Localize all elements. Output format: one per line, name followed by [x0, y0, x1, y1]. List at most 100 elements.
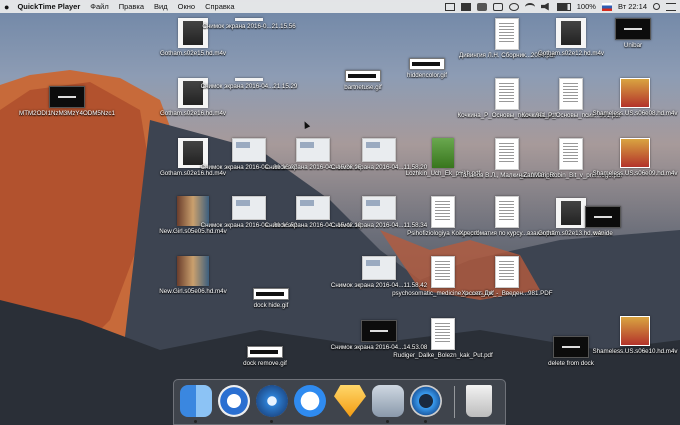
preview-icon[interactable] [372, 385, 404, 417]
file-thumbnail-icon [362, 138, 396, 162]
menu-window[interactable]: Окно [178, 2, 195, 11]
desktop-file[interactable]: Rudiger_Dalke_Bolezn_kak_Put.pdf [393, 318, 493, 360]
sketch-icon[interactable] [334, 385, 366, 417]
desktop-file[interactable]: Unibar [600, 18, 666, 50]
desktop-file[interactable]: Gotham.s02e12.hd.m4v [538, 18, 604, 58]
safari-running-indicator [270, 420, 273, 423]
desktop-file[interactable]: Снимок экрана 2016-04...11.58.34 [331, 196, 427, 230]
desktop-file[interactable]: Хрестоматия по курсу...взаим.pdf [459, 196, 555, 238]
file-label: delete from dock [548, 360, 594, 367]
file-thumbnail-icon [232, 196, 266, 220]
file-thumbnail-icon [620, 78, 650, 108]
status-area: 100% Вт 22:14 [439, 2, 676, 11]
file-thumbnail-icon [362, 196, 396, 220]
desktop-file[interactable]: Снимок экрана 2016-0...21.15.56 [202, 18, 296, 31]
wifi-icon[interactable] [524, 2, 535, 11]
finder-running-indicator [194, 420, 197, 423]
desktop-file[interactable]: MTM2ODI1NzM3MzY4ODM5Nzc1 [19, 86, 115, 118]
file-thumbnail-icon [553, 336, 589, 358]
desktop-file[interactable]: dock hide.gif [238, 288, 304, 310]
file-thumbnail-icon [49, 86, 85, 108]
desktop-file[interactable]: Дивингия Л.Н. Сборник...2004.pdf [459, 18, 555, 60]
volume-icon[interactable] [540, 2, 549, 11]
desktop-file[interactable]: dock remove.gif [232, 346, 298, 368]
file-label: dock remove.gif [243, 360, 287, 367]
file-thumbnail-icon [585, 206, 621, 228]
timer-icon[interactable] [508, 2, 519, 11]
battery-icon[interactable] [556, 2, 571, 11]
file-label: Gotham.s02e12.hd.m4v [537, 50, 605, 57]
dock-divider [454, 386, 455, 418]
file-label: Снимок экрана 2016-04...21.15.29 [200, 83, 298, 90]
file-thumbnail-icon [556, 18, 586, 48]
desktop-file[interactable]: New.Girl.s05e06.hd.m4v [159, 256, 227, 296]
file-thumbnail-icon [362, 256, 396, 280]
file-thumbnail-icon [296, 138, 330, 162]
file-thumbnail-icon [253, 288, 289, 300]
desktop-file[interactable]: wanide [570, 206, 636, 238]
file-thumbnail-icon [615, 18, 651, 40]
file-thumbnail-icon [620, 138, 650, 168]
desktop-file[interactable]: Shameless.US.s06e10.hd.m4v [593, 316, 677, 356]
keyboard-flag-icon[interactable] [601, 2, 612, 11]
menu-edit[interactable]: Правка [119, 2, 144, 11]
apple-menu-icon[interactable]: ● [4, 2, 9, 12]
desktop[interactable]: ● QuickTime Player Файл Правка Вид Окно … [0, 0, 680, 425]
file-thumbnail-icon [620, 316, 650, 346]
file-label: Shameless.US.s06e09.hd.m4v [592, 170, 678, 177]
notification-center-icon[interactable] [666, 2, 676, 11]
evernote-icon[interactable] [476, 2, 487, 11]
file-thumbnail-icon [431, 318, 455, 350]
desktop-file[interactable]: Снимок экрана 2016-04...21.15.29 [201, 78, 297, 91]
file-thumbnail-icon [345, 70, 381, 82]
finder-icon[interactable] [180, 385, 212, 417]
desktop-file[interactable]: Хэссет_Дж_-_Введен...981.PDF [462, 256, 552, 298]
desktop-file[interactable]: hiddencolor.gif [394, 58, 460, 80]
file-thumbnail-icon [409, 58, 445, 70]
desktop-file[interactable]: Снимок экрана 2016-04...14.53.08 [331, 320, 427, 352]
file-thumbnail-icon [235, 18, 263, 21]
file-label: Shameless.US.s06e08.hd.m4v [592, 110, 678, 117]
desktop-file[interactable]: Снимок экрана 2016-04...11.58.20 [331, 138, 427, 172]
file-thumbnail-icon [235, 78, 263, 81]
file-label: Rudiger_Dalke_Bolezn_kak_Put.pdf [393, 352, 493, 359]
file-label: Хэссет_Дж_-_Введен...981.PDF [461, 290, 553, 297]
battery-percent: 100% [576, 2, 596, 11]
file-thumbnail-icon [559, 138, 583, 170]
desktop-file[interactable]: Shameless.US.s06e08.hd.m4v [593, 78, 677, 118]
safari-icon[interactable] [256, 385, 288, 417]
file-label: wanide [593, 230, 613, 237]
menu-help[interactable]: Справка [205, 2, 234, 11]
file-label: New.Girl.s05e06.hd.m4v [159, 288, 227, 295]
file-thumbnail-icon [361, 320, 397, 342]
trash-icon[interactable] [466, 385, 492, 417]
file-label: Gotham.s02e16.hd.m4v [159, 110, 227, 117]
file-label: bartnetuse.gif [344, 84, 382, 91]
file-thumbnail-icon [177, 256, 209, 286]
file-thumbnail-icon [495, 256, 519, 288]
desktop-file[interactable]: bartnetuse.gif [330, 70, 396, 92]
1password-icon[interactable] [218, 385, 250, 417]
file-label: MTM2ODI1NzM3MzY4ODM5Nzc1 [19, 110, 115, 117]
menu-clock[interactable]: Вт 22:14 [618, 2, 647, 11]
desktop-file[interactable]: Shameless.US.s06e09.hd.m4v [593, 138, 677, 178]
quicktime-icon[interactable] [410, 385, 442, 417]
app-menu[interactable]: QuickTime Player [17, 2, 80, 11]
file-label: dock hide.gif [253, 302, 289, 309]
lock-icon[interactable] [492, 2, 503, 11]
menu-file[interactable]: Файл [90, 2, 108, 11]
display-icon[interactable] [444, 2, 455, 11]
desktop-file[interactable]: Снимок экрана 2016-04...11.58.42 [331, 256, 427, 290]
menu-bar: ● QuickTime Player Файл Правка Вид Окно … [0, 0, 680, 13]
menu-view[interactable]: Вид [154, 2, 168, 11]
file-label: Снимок экрана 2016-0...21.15.56 [202, 23, 296, 30]
file-thumbnail-icon [431, 196, 455, 228]
file-label: Unibar [623, 42, 643, 49]
file-label: Shameless.US.s06e10.hd.m4v [592, 348, 678, 355]
file-thumbnail-icon [559, 78, 583, 110]
file-thumbnail-icon [495, 78, 519, 110]
messages-icon[interactable] [294, 385, 326, 417]
spotlight-icon[interactable] [653, 3, 660, 10]
dropbox-icon[interactable] [460, 2, 471, 11]
file-label: Gotham.s02e15.hd.m4v [159, 50, 227, 57]
